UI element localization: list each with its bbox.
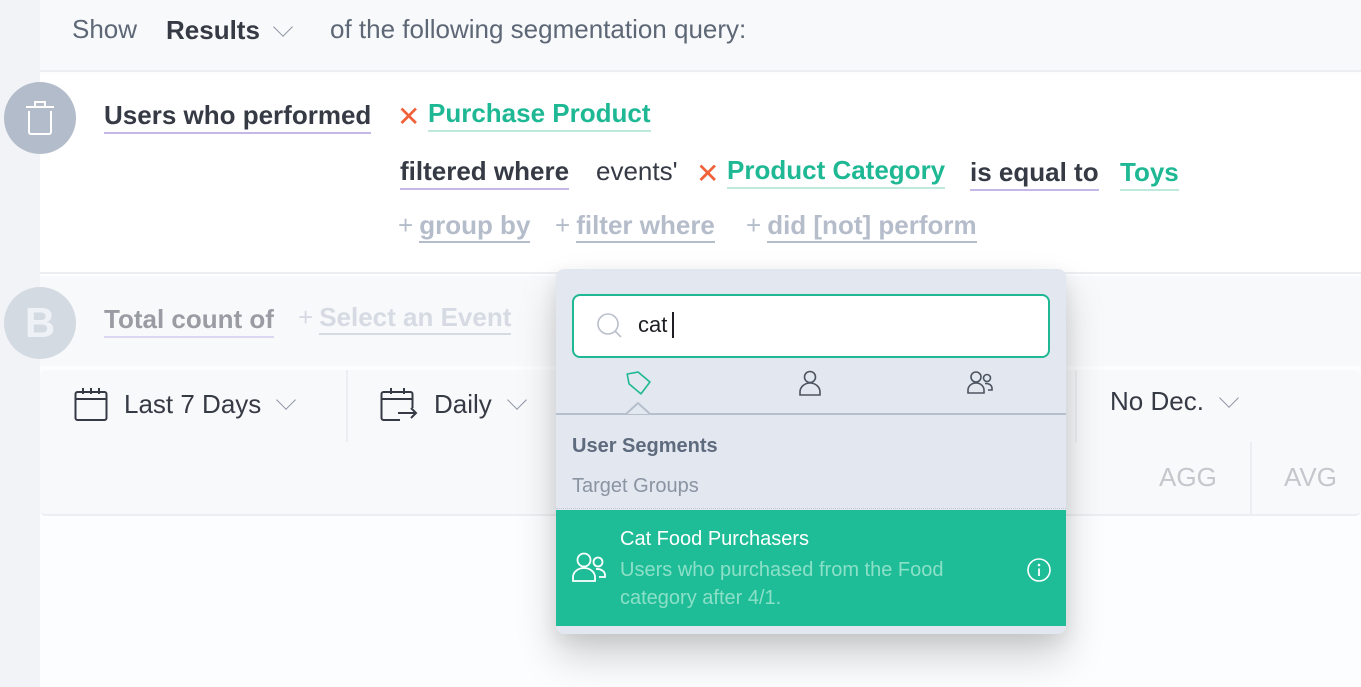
filtered-where-selector[interactable]: filtered where bbox=[400, 156, 570, 190]
calendar-arrow-icon bbox=[380, 386, 418, 422]
show-label: Show bbox=[72, 14, 138, 44]
section-title: User Segments bbox=[572, 435, 718, 457]
plus-icon: + bbox=[746, 210, 762, 240]
remove-event-icon[interactable]: ✕ bbox=[397, 100, 420, 133]
results-mode-label: Results bbox=[166, 15, 260, 45]
delete-query-button[interactable] bbox=[4, 82, 76, 154]
total-count-selector[interactable]: Total count of bbox=[104, 304, 274, 338]
interval-dropdown[interactable]: Daily bbox=[380, 386, 527, 422]
tab-user-properties[interactable] bbox=[798, 370, 822, 401]
filter-where-label: filter where bbox=[576, 210, 715, 243]
tag-icon bbox=[626, 370, 652, 396]
info-icon[interactable] bbox=[1026, 557, 1052, 588]
chevron-down-icon bbox=[276, 390, 297, 410]
did-not-perform-button[interactable]: + did [not] perform bbox=[746, 210, 977, 243]
section-subtitle: Target Groups bbox=[572, 475, 699, 497]
property-value-selector[interactable]: Toys bbox=[1120, 157, 1179, 191]
search-input[interactable]: cat bbox=[572, 294, 1050, 358]
select-event-button[interactable]: + Select an Event bbox=[298, 302, 512, 335]
users-who-performed-selector[interactable]: Users who performed bbox=[104, 100, 372, 134]
chevron-down-icon bbox=[506, 390, 527, 410]
remove-filter-icon[interactable]: ✕ bbox=[696, 157, 719, 190]
chevron-down-icon bbox=[273, 16, 293, 37]
event-selector[interactable]: Purchase Product bbox=[428, 98, 651, 132]
interval-label: Daily bbox=[434, 388, 492, 419]
filter-where-button[interactable]: + filter where bbox=[555, 210, 715, 243]
plus-icon: + bbox=[298, 302, 314, 332]
search-icon bbox=[596, 312, 626, 347]
did-not-perform-label: did [not] perform bbox=[767, 210, 977, 243]
divider bbox=[556, 508, 1066, 509]
events-possessive-label: events' bbox=[596, 156, 678, 186]
divider bbox=[1075, 370, 1077, 442]
date-range-dropdown[interactable]: Last 7 Days bbox=[74, 386, 297, 422]
group-by-label: group by bbox=[419, 210, 531, 243]
list-item[interactable]: Cat Food Purchasers Users who purchased … bbox=[556, 510, 1066, 626]
user-icon bbox=[798, 370, 822, 396]
divider bbox=[346, 370, 348, 442]
group-by-button[interactable]: + group by bbox=[398, 210, 531, 243]
query-header: Show Results of the following segmentati… bbox=[40, 0, 1361, 72]
users-icon bbox=[967, 370, 993, 394]
trash-icon bbox=[25, 100, 55, 136]
column-header-avg[interactable]: AVG bbox=[1284, 462, 1337, 493]
event-picker-popup: cat User Segments Target Groups Cat Food… bbox=[556, 269, 1066, 634]
results-mode-dropdown[interactable]: Results bbox=[166, 15, 293, 46]
active-tab-indicator bbox=[625, 401, 651, 420]
chevron-down-icon bbox=[1219, 387, 1239, 408]
search-value: cat bbox=[638, 312, 675, 338]
tab-events[interactable] bbox=[626, 370, 652, 401]
text-cursor bbox=[672, 312, 675, 338]
query-b-badge[interactable]: B bbox=[4, 287, 76, 359]
select-event-label: Select an Event bbox=[319, 302, 512, 335]
decimals-label: No Dec. bbox=[1110, 386, 1204, 416]
divider bbox=[1250, 442, 1252, 514]
result-title: Cat Food Purchasers bbox=[620, 528, 809, 550]
tab-user-segments[interactable] bbox=[967, 370, 993, 399]
operator-selector[interactable]: is equal to bbox=[970, 157, 1099, 191]
header-description: of the following segmentation query: bbox=[330, 14, 747, 44]
calendar-icon bbox=[74, 386, 108, 422]
search-query-text: cat bbox=[638, 312, 668, 337]
column-header-agg[interactable]: AGG bbox=[1159, 462, 1217, 493]
date-range-label: Last 7 Days bbox=[124, 388, 262, 419]
plus-icon: + bbox=[398, 210, 414, 240]
plus-icon: + bbox=[555, 210, 571, 240]
result-description: Users who purchased from the Food catego… bbox=[620, 559, 944, 609]
decimals-dropdown[interactable]: No Dec. bbox=[1110, 386, 1239, 417]
users-icon bbox=[572, 552, 606, 587]
property-selector[interactable]: Product Category bbox=[727, 155, 946, 189]
